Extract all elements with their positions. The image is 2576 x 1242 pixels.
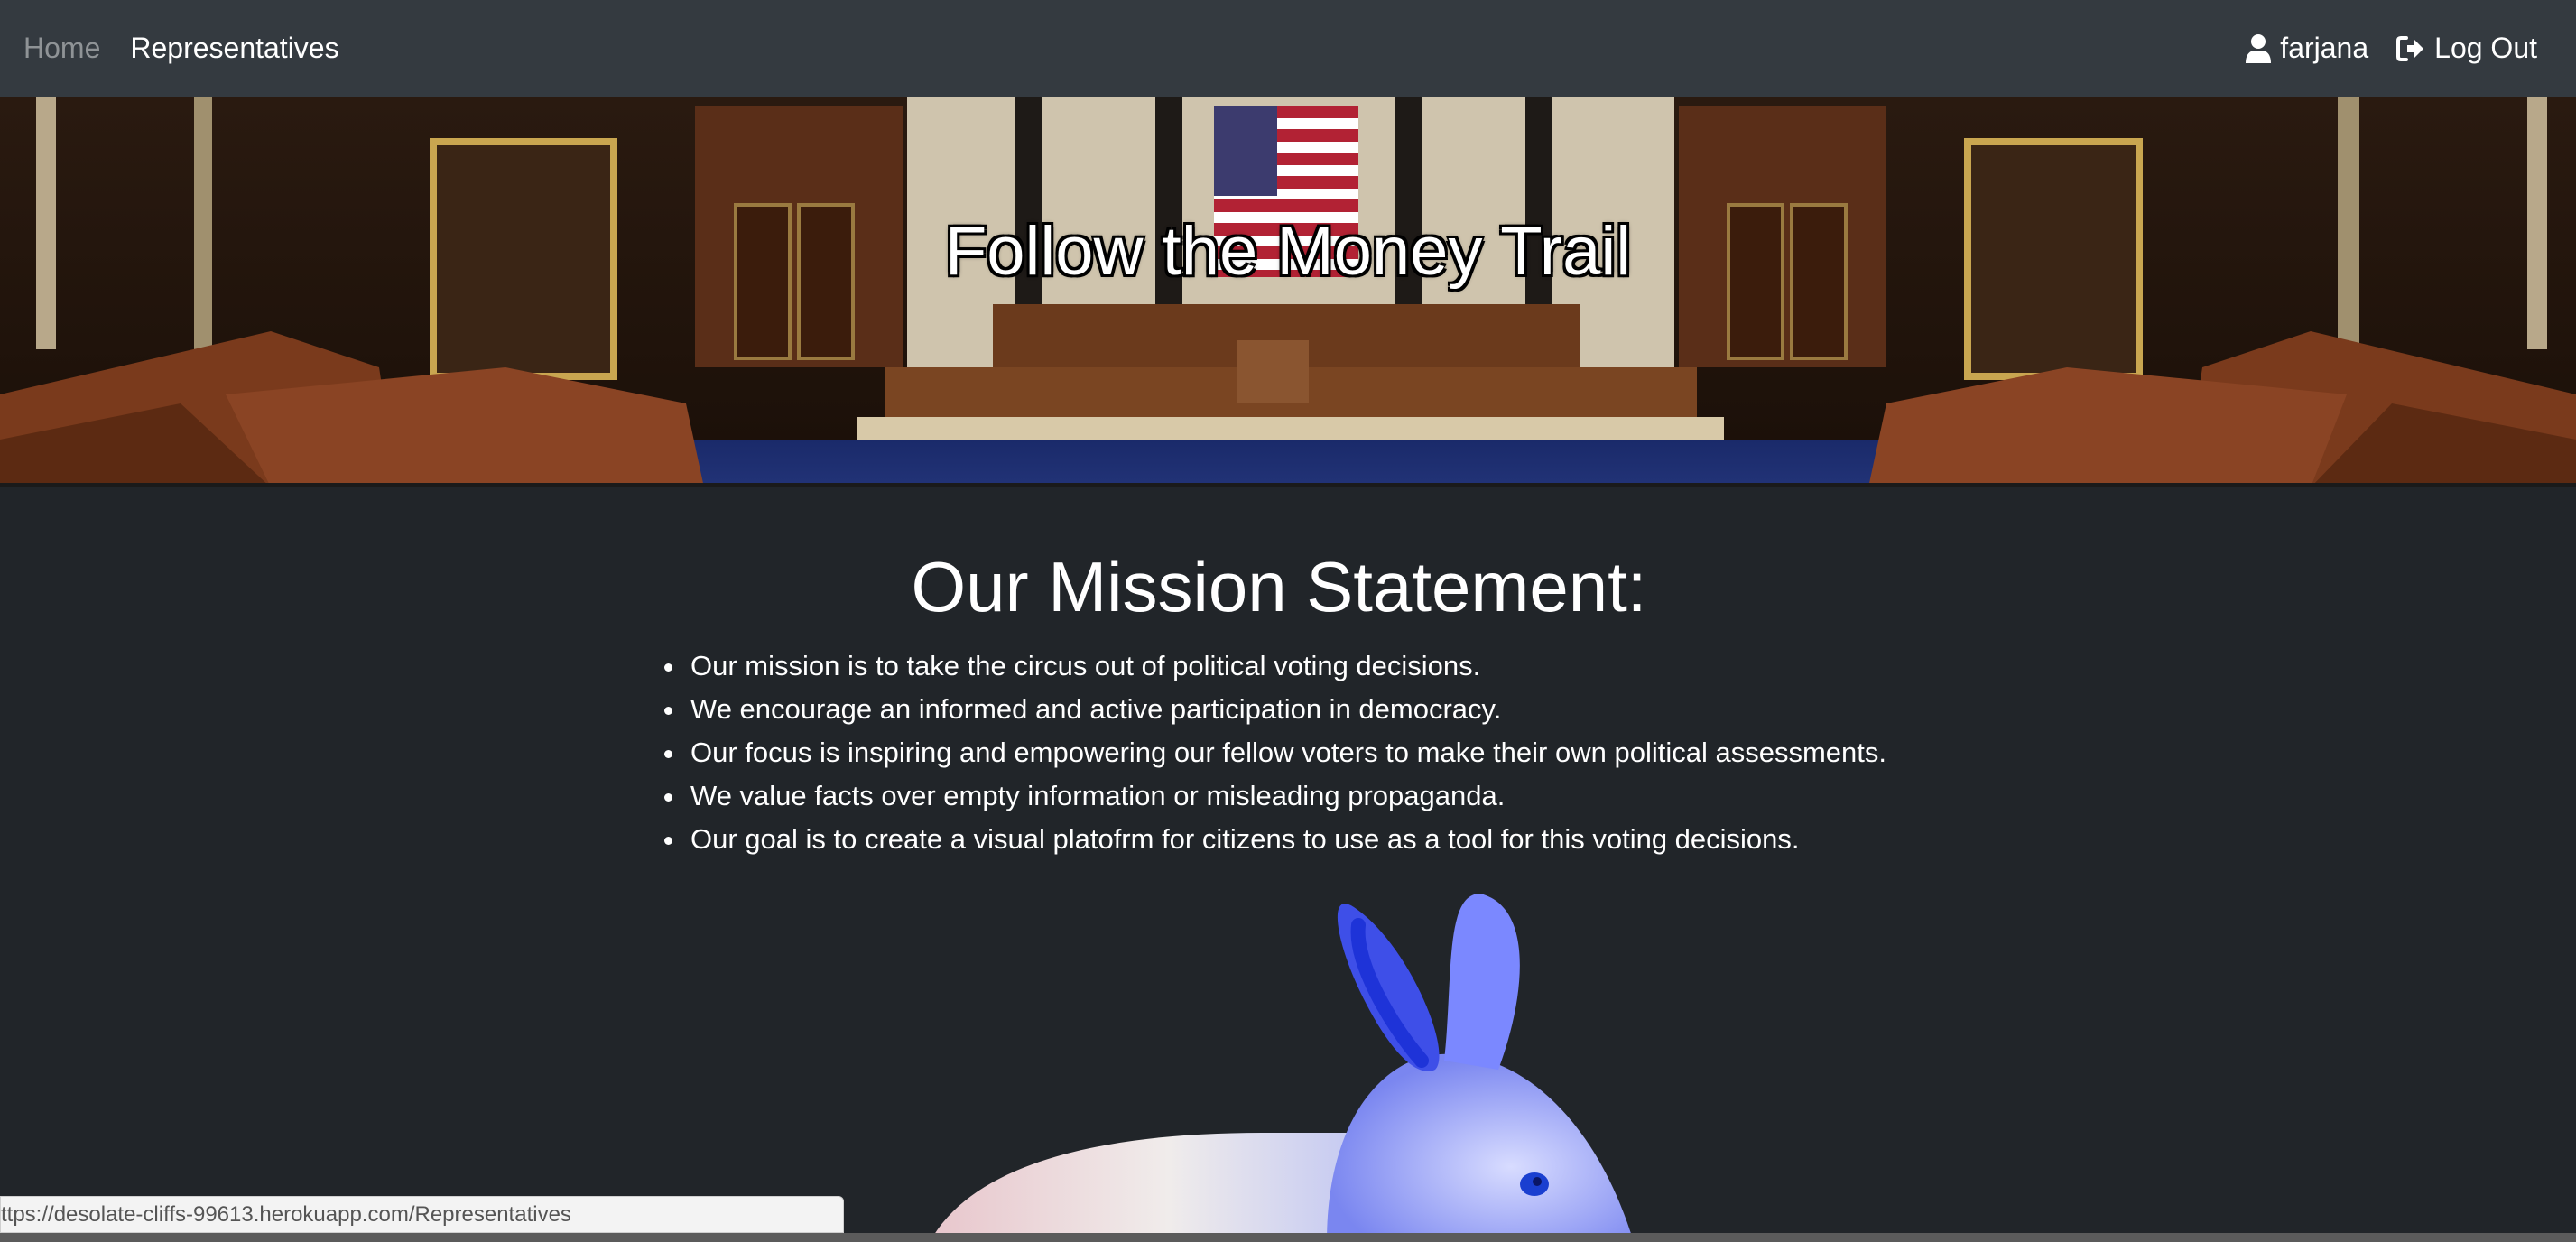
mission-item: We encourage an informed and active part… (687, 688, 1886, 731)
hero-banner: Follow the Money Trail (0, 97, 2576, 487)
congress-chamber-image (0, 97, 2576, 487)
bunny-image (930, 894, 1634, 1242)
browser-status-bar: ttps://desolate-cliffs-99613.herokuapp.c… (0, 1196, 844, 1233)
user-name-label: farjana (2280, 32, 2369, 64)
window-bottom-edge (0, 1233, 2576, 1242)
user-icon (2246, 33, 2272, 63)
nav-home-link[interactable]: Home (23, 32, 100, 65)
sign-out-icon (2396, 35, 2424, 61)
nav-representatives-link[interactable]: Representatives (130, 32, 338, 65)
user-profile-link[interactable]: farjana (2246, 32, 2368, 65)
mission-heading: Our Mission Statement: (911, 547, 1647, 626)
logout-link[interactable]: Log Out (2396, 32, 2537, 65)
mission-list: Our mission is to take the circus out of… (648, 644, 1886, 861)
mission-item: We value facts over empty information or… (687, 774, 1886, 818)
nav-right-group: farjana Log Out (2218, 32, 2537, 65)
hero-title: Follow the Money Trail (944, 213, 1632, 290)
mission-item: Our goal is to create a visual platofrm … (687, 818, 1886, 861)
top-navbar: Home Representatives farjana Log Out (0, 0, 2576, 97)
logout-label: Log Out (2434, 32, 2537, 64)
mission-item: Our mission is to take the circus out of… (687, 644, 1886, 688)
mission-item: Our focus is inspiring and empowering ou… (687, 731, 1886, 774)
nav-left-group: Home Representatives (23, 32, 369, 65)
